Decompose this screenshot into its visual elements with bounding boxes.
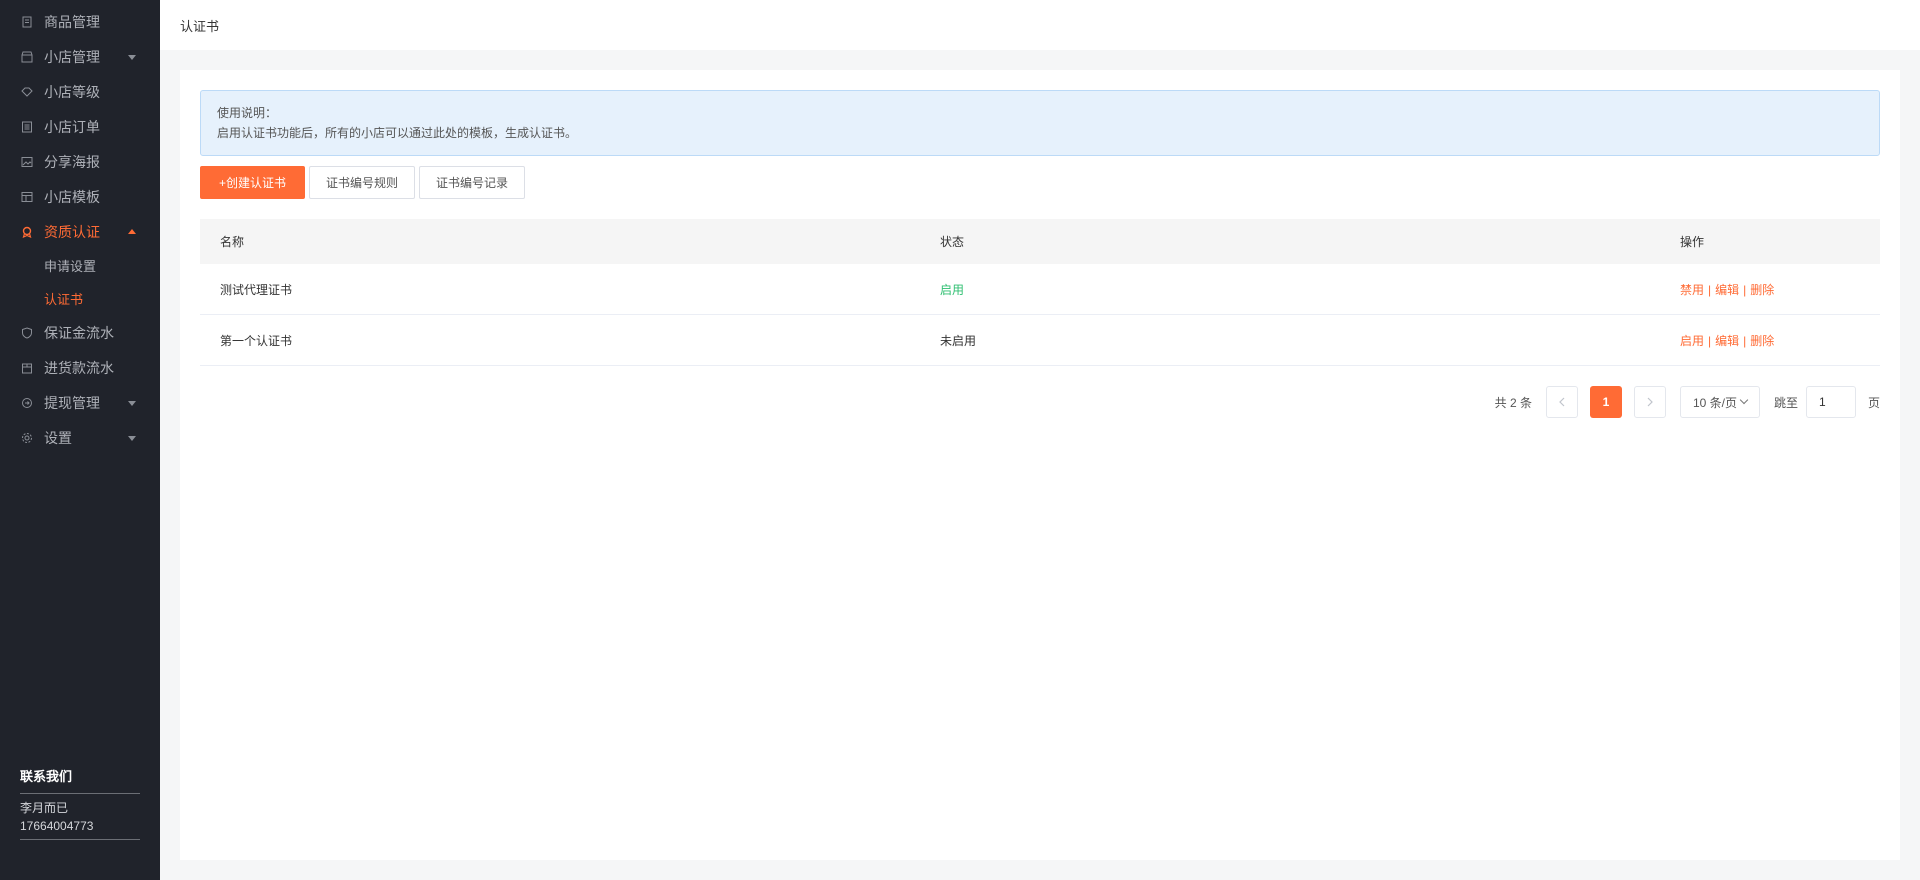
sidebar-subitem-label: 认证书 xyxy=(44,292,84,307)
gear-icon xyxy=(20,431,34,445)
page-number[interactable]: 1 xyxy=(1589,386,1622,418)
usage-notice: 使用说明： 启用认证书功能后，所有的小店可以通过此处的模板，生成认证书。 xyxy=(200,90,1880,156)
notice-title: 使用说明： xyxy=(217,106,278,120)
sidebar-item-label: 小店模板 xyxy=(44,188,100,205)
sidebar-item-label: 提现管理 xyxy=(44,394,100,411)
withdraw-icon xyxy=(20,396,34,410)
enable-link[interactable]: 启用 xyxy=(1680,334,1704,348)
sidebar-item-shop-manage[interactable]: 小店管理 xyxy=(0,39,160,74)
badge-icon xyxy=(20,225,34,239)
disable-link[interactable]: 禁用 xyxy=(1680,283,1704,297)
sidebar-item-products[interactable]: 商品管理 xyxy=(0,4,160,39)
row-ops: 禁用 | 编辑 | 删除 xyxy=(1680,281,1880,298)
doc-icon xyxy=(20,15,34,29)
chevron-left-icon xyxy=(1559,397,1565,407)
sidebar: 商品管理 小店管理 小店等级 小店订单 分享海报 小店模板 资质认证 申请设置 … xyxy=(0,0,160,880)
page-suffix: 页 xyxy=(1867,395,1880,410)
sidebar-subitem-apply-settings[interactable]: 申请设置 xyxy=(0,249,160,282)
sidebar-item-shop-level[interactable]: 小店等级 xyxy=(0,74,160,109)
create-certificate-button[interactable]: +创建认证书 xyxy=(200,166,306,199)
table-row: 第一个认证书 未启用 启用 | 编辑 | 删除 xyxy=(200,315,1880,366)
sidebar-menu: 商品管理 小店管理 小店等级 小店订单 分享海报 小店模板 资质认证 申请设置 … xyxy=(0,0,160,455)
contact-divider xyxy=(20,839,140,840)
notice-text: 启用认证书功能后，所有的小店可以通过此处的模板，生成认证书。 xyxy=(217,126,578,140)
sidebar-item-label: 设置 xyxy=(44,429,72,446)
contact-title: 联系我们 xyxy=(20,766,140,794)
separator: | xyxy=(1708,282,1712,297)
row-name: 测试代理证书 xyxy=(220,282,293,297)
header-name: 名称 xyxy=(220,235,245,249)
toolbar: +创建认证书 证书编号规则 证书编号记录 xyxy=(200,166,1880,199)
chevron-down-icon xyxy=(128,54,136,60)
page-size-select[interactable]: 10 条/页 xyxy=(1679,386,1760,418)
image-icon xyxy=(20,155,34,169)
sidebar-item-qualification[interactable]: 资质认证 xyxy=(0,214,160,249)
delete-link[interactable]: 删除 xyxy=(1750,283,1774,297)
jump-page-input[interactable] xyxy=(1805,386,1856,418)
sidebar-item-settings[interactable]: 设置 xyxy=(0,420,160,455)
row-status: 启用 xyxy=(940,282,965,297)
chevron-down-icon xyxy=(1739,395,1749,405)
sidebar-item-label: 小店等级 xyxy=(44,83,100,100)
separator: | xyxy=(1743,282,1747,297)
row-ops: 启用 | 编辑 | 删除 xyxy=(1680,332,1880,349)
chevron-right-icon xyxy=(1647,397,1653,407)
table-row: 测试代理证书 启用 禁用 | 编辑 | 删除 xyxy=(200,264,1880,315)
main-card: 使用说明： 启用认证书功能后，所有的小店可以通过此处的模板，生成认证书。 +创建… xyxy=(180,70,1900,860)
box-icon xyxy=(20,361,34,375)
row-status: 未启用 xyxy=(940,333,977,348)
sidebar-item-label: 保证金流水 xyxy=(44,324,114,341)
contact-phone: 17664004773 xyxy=(20,819,94,833)
list-icon xyxy=(20,120,34,134)
certificate-table: 名称 状态 操作 测试代理证书 启用 禁用 | 编辑 | 删除 第一个认证书 未启用 启… xyxy=(200,219,1880,366)
header-ops: 操作 xyxy=(1680,235,1705,249)
chevron-up-icon xyxy=(128,228,136,234)
prev-page-button[interactable] xyxy=(1545,386,1578,418)
shield-icon xyxy=(20,326,34,340)
sidebar-subitem-certificate[interactable]: 认证书 xyxy=(0,282,160,315)
top-bar: 认证书 xyxy=(160,0,1920,50)
total-count: 共 2 条 xyxy=(1494,395,1532,410)
certificate-number-record-button[interactable]: 证书编号记录 xyxy=(419,166,526,199)
sidebar-item-label: 小店订单 xyxy=(44,118,100,135)
sidebar-item-deposit-flow[interactable]: 保证金流水 xyxy=(0,315,160,350)
sidebar-subitem-label: 申请设置 xyxy=(44,259,97,274)
next-page-button[interactable] xyxy=(1633,386,1666,418)
template-icon xyxy=(20,190,34,204)
table-header: 名称 状态 操作 xyxy=(200,219,1880,264)
chevron-down-icon xyxy=(128,435,136,441)
sidebar-item-purchase-flow[interactable]: 进货款流水 xyxy=(0,350,160,385)
header-status: 状态 xyxy=(940,235,965,249)
sidebar-item-shop-template[interactable]: 小店模板 xyxy=(0,179,160,214)
sidebar-item-label: 小店管理 xyxy=(44,48,100,65)
row-name: 第一个认证书 xyxy=(220,333,293,348)
separator: | xyxy=(1708,333,1712,348)
contact-name: 李月而已 xyxy=(20,801,69,815)
certificate-number-rule-button[interactable]: 证书编号规则 xyxy=(309,166,416,199)
separator: | xyxy=(1743,333,1747,348)
sidebar-item-label: 商品管理 xyxy=(44,13,100,30)
diamond-icon xyxy=(20,85,34,99)
sidebar-item-label: 资质认证 xyxy=(44,223,100,240)
chevron-down-icon xyxy=(128,400,136,406)
sidebar-item-label: 进货款流水 xyxy=(44,359,114,376)
page-size-value: 10 条/页 xyxy=(1692,395,1737,410)
sidebar-item-withdraw[interactable]: 提现管理 xyxy=(0,385,160,420)
edit-link[interactable]: 编辑 xyxy=(1715,283,1739,297)
page-title: 认证书 xyxy=(180,18,220,34)
sidebar-item-share-poster[interactable]: 分享海报 xyxy=(0,144,160,179)
sidebar-item-label: 分享海报 xyxy=(44,153,100,170)
sidebar-item-shop-orders[interactable]: 小店订单 xyxy=(0,109,160,144)
pagination: 共 2 条 1 10 条/页 跳至 页 xyxy=(200,386,1880,418)
delete-link[interactable]: 删除 xyxy=(1750,334,1774,348)
edit-link[interactable]: 编辑 xyxy=(1715,334,1739,348)
jump-label: 跳至 xyxy=(1773,395,1798,410)
shop-icon xyxy=(20,50,34,64)
contact-section: 联系我们 李月而已 17664004773 xyxy=(20,766,140,840)
